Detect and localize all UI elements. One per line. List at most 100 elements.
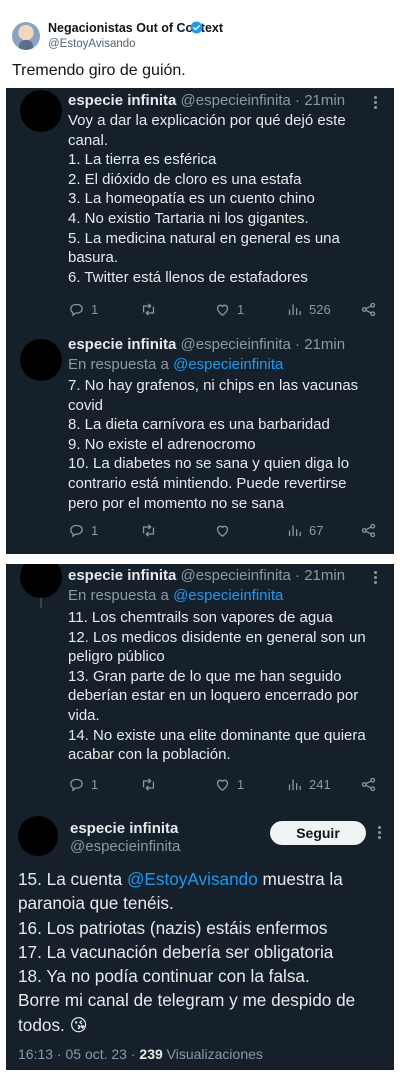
time-separator: ·: [290, 567, 305, 584]
reply-count: 1: [91, 522, 99, 538]
tweet-line: paranoia que tenéis.: [18, 893, 174, 914]
views-label: Visualizaciones: [162, 1046, 263, 1062]
tweet-line: 16. Los patriotas (nazis) estáis enfermo…: [18, 917, 328, 938]
tweet-line: 3. La homeopatía es un cuento chino: [68, 190, 315, 208]
tweet-line: 10. La diabetes no se sana y quien diga …: [68, 455, 350, 473]
tweet-line: covid: [68, 396, 104, 414]
thread-tweet-2[interactable]: especie infinita @especieinfinita · 21mi…: [6, 331, 394, 554]
views-count: 526: [309, 301, 331, 317]
reply-prefix: En respuesta a: [68, 356, 174, 373]
thread-tweet-3[interactable]: especie infinita @especieinfinita · 21mi…: [6, 564, 394, 804]
tweet-time[interactable]: 21min: [304, 567, 345, 584]
tweet-text: Voy a dar la explicación por qué dejó es…: [68, 111, 386, 287]
like-button[interactable]: [214, 520, 237, 540]
reply-prefix: En respuesta a: [68, 587, 174, 604]
tweet-line: 1. La tierra es esférica: [68, 151, 217, 169]
reply-button[interactable]: 1: [68, 520, 98, 540]
retweet-button[interactable]: [140, 520, 163, 540]
tweet-actions: 1 1 241: [68, 774, 386, 794]
tweet-header: especie infinita @especieinfinita · 21mi…: [68, 92, 345, 109]
views-count: 67: [309, 522, 324, 538]
tweet-line: contrario está mintiendo. Puede revertir…: [68, 474, 347, 492]
outer-avatar[interactable]: [12, 22, 40, 50]
tweet-timestamp[interactable]: 16:13 · 05 oct. 23 ·: [18, 1046, 139, 1062]
verified-badge-icon: [190, 21, 203, 34]
reply-button[interactable]: 1: [68, 299, 98, 319]
tweet-line: 12. Los medicos disidente en general son…: [68, 628, 366, 646]
reply-mention-link[interactable]: @especieinfinita: [173, 356, 283, 373]
retweet-button[interactable]: [140, 774, 163, 794]
views-button[interactable]: 526: [286, 299, 331, 319]
avatar[interactable]: [20, 90, 62, 132]
thread-tweet-1[interactable]: especie infinita @especieinfinita · 21mi…: [6, 88, 394, 323]
tweet-line: 11. Los chemtrails son vapores de agua: [68, 609, 333, 626]
avatar[interactable]: [20, 564, 62, 598]
views-icon: [288, 304, 301, 315]
tweet-text: 11. Los chemtrails son vapores de agua 1…: [68, 608, 386, 765]
tweet-line: 5. La medicina natural en general es una: [68, 229, 340, 247]
outer-author-handle[interactable]: @EstoyAvisando: [48, 38, 136, 50]
avatar[interactable]: [20, 339, 62, 381]
views-button[interactable]: 241: [286, 774, 331, 794]
tweet-line: 8. La dieta carnívora es una barbaridad: [68, 416, 330, 434]
tweet-line: 17. La vacunación debería ser obligatori…: [18, 941, 334, 962]
retweet-icon: [142, 302, 155, 316]
tweet-line: Voy a dar la explicación por qué dejó es…: [68, 112, 346, 129]
tweet-line: 9. No existe el adrenocromo: [68, 435, 256, 453]
avatar[interactable]: [18, 816, 58, 856]
author-name[interactable]: especie infinita: [68, 92, 176, 109]
tweet-line: canal.: [68, 131, 109, 149]
more-icon[interactable]: [378, 826, 382, 841]
retweet-icon: [142, 777, 155, 791]
tweet-footer-meta: 16:13 · 05 oct. 23 · 239 Visualizaciones: [18, 1046, 263, 1062]
tweet-header: especie infinita @especieinfinita · 21mi…: [68, 567, 345, 584]
tweet-line-suffix: muestra la: [257, 869, 343, 889]
tweet-time[interactable]: 21min: [304, 92, 345, 109]
share-button[interactable]: [360, 520, 377, 540]
tweet-line: acabar con la población.: [68, 746, 231, 764]
author-name[interactable]: especie infinita: [70, 820, 178, 837]
tweet-line: 15. La cuenta @EstoyAvisando muestra la: [18, 867, 390, 891]
author-handle[interactable]: @especieinfinita: [181, 336, 291, 353]
time-separator: ·: [290, 92, 305, 109]
author-handle[interactable]: @especieinfinita: [181, 92, 291, 109]
views-button[interactable]: 67: [286, 520, 323, 540]
share-button[interactable]: [360, 299, 377, 319]
follow-button[interactable]: Seguir: [270, 821, 366, 845]
reply-button[interactable]: 1: [68, 774, 98, 794]
like-count: 1: [237, 776, 245, 792]
retweet-icon: [142, 523, 155, 537]
tweet-text: 15. La cuenta @EstoyAvisando muestra la …: [18, 867, 390, 1037]
embedded-screenshot-2: especie infinita @especieinfinita · 21mi…: [6, 564, 394, 1070]
tweet-text: 7. No hay grafenos, ni chips en las vacu…: [68, 376, 386, 513]
outer-tweet-header: Negacionistas Out of Context @EstoyAvisa…: [12, 18, 388, 58]
tweet-line-prefix: 15. La cuenta: [18, 869, 127, 889]
tweet-actions: 1 1 526: [68, 299, 386, 319]
outer-tweet-text: Tremendo giro de guión.: [12, 62, 186, 79]
more-icon[interactable]: [374, 96, 378, 111]
tweet-time[interactable]: 21min: [304, 336, 345, 353]
retweet-button[interactable]: [140, 299, 163, 319]
tweet-line: vida.: [68, 706, 100, 724]
tweet-line: basura.: [68, 249, 119, 267]
embedded-screenshot-1: especie infinita @especieinfinita · 21mi…: [6, 88, 394, 554]
views-icon: [288, 525, 301, 536]
like-button[interactable]: 1: [214, 774, 244, 794]
author-name[interactable]: especie infinita: [68, 567, 176, 584]
tweet-line: 2. El dióxido de cloro es una estafa: [68, 170, 302, 188]
author-name[interactable]: especie infinita: [68, 336, 176, 353]
views-icon: [288, 779, 301, 790]
tweet-line: pero por el momento no se sana: [68, 494, 284, 512]
share-icon: [361, 302, 376, 316]
reply-mention-link[interactable]: @especieinfinita: [173, 587, 283, 604]
like-icon: [216, 304, 229, 316]
tweet-line: 18. Ya no podía continuar con la falsa.: [18, 966, 310, 987]
author-handle[interactable]: @especieinfinita: [70, 838, 180, 855]
tweet-line: 13. Gran parte de lo que me han seguido: [68, 667, 342, 685]
tweet-line: peligro público: [68, 648, 165, 666]
author-handle[interactable]: @especieinfinita: [181, 567, 291, 584]
share-button[interactable]: [360, 774, 377, 794]
more-icon[interactable]: [374, 571, 378, 586]
mention-link[interactable]: @EstoyAvisando: [127, 869, 258, 889]
like-button[interactable]: 1: [214, 299, 244, 319]
